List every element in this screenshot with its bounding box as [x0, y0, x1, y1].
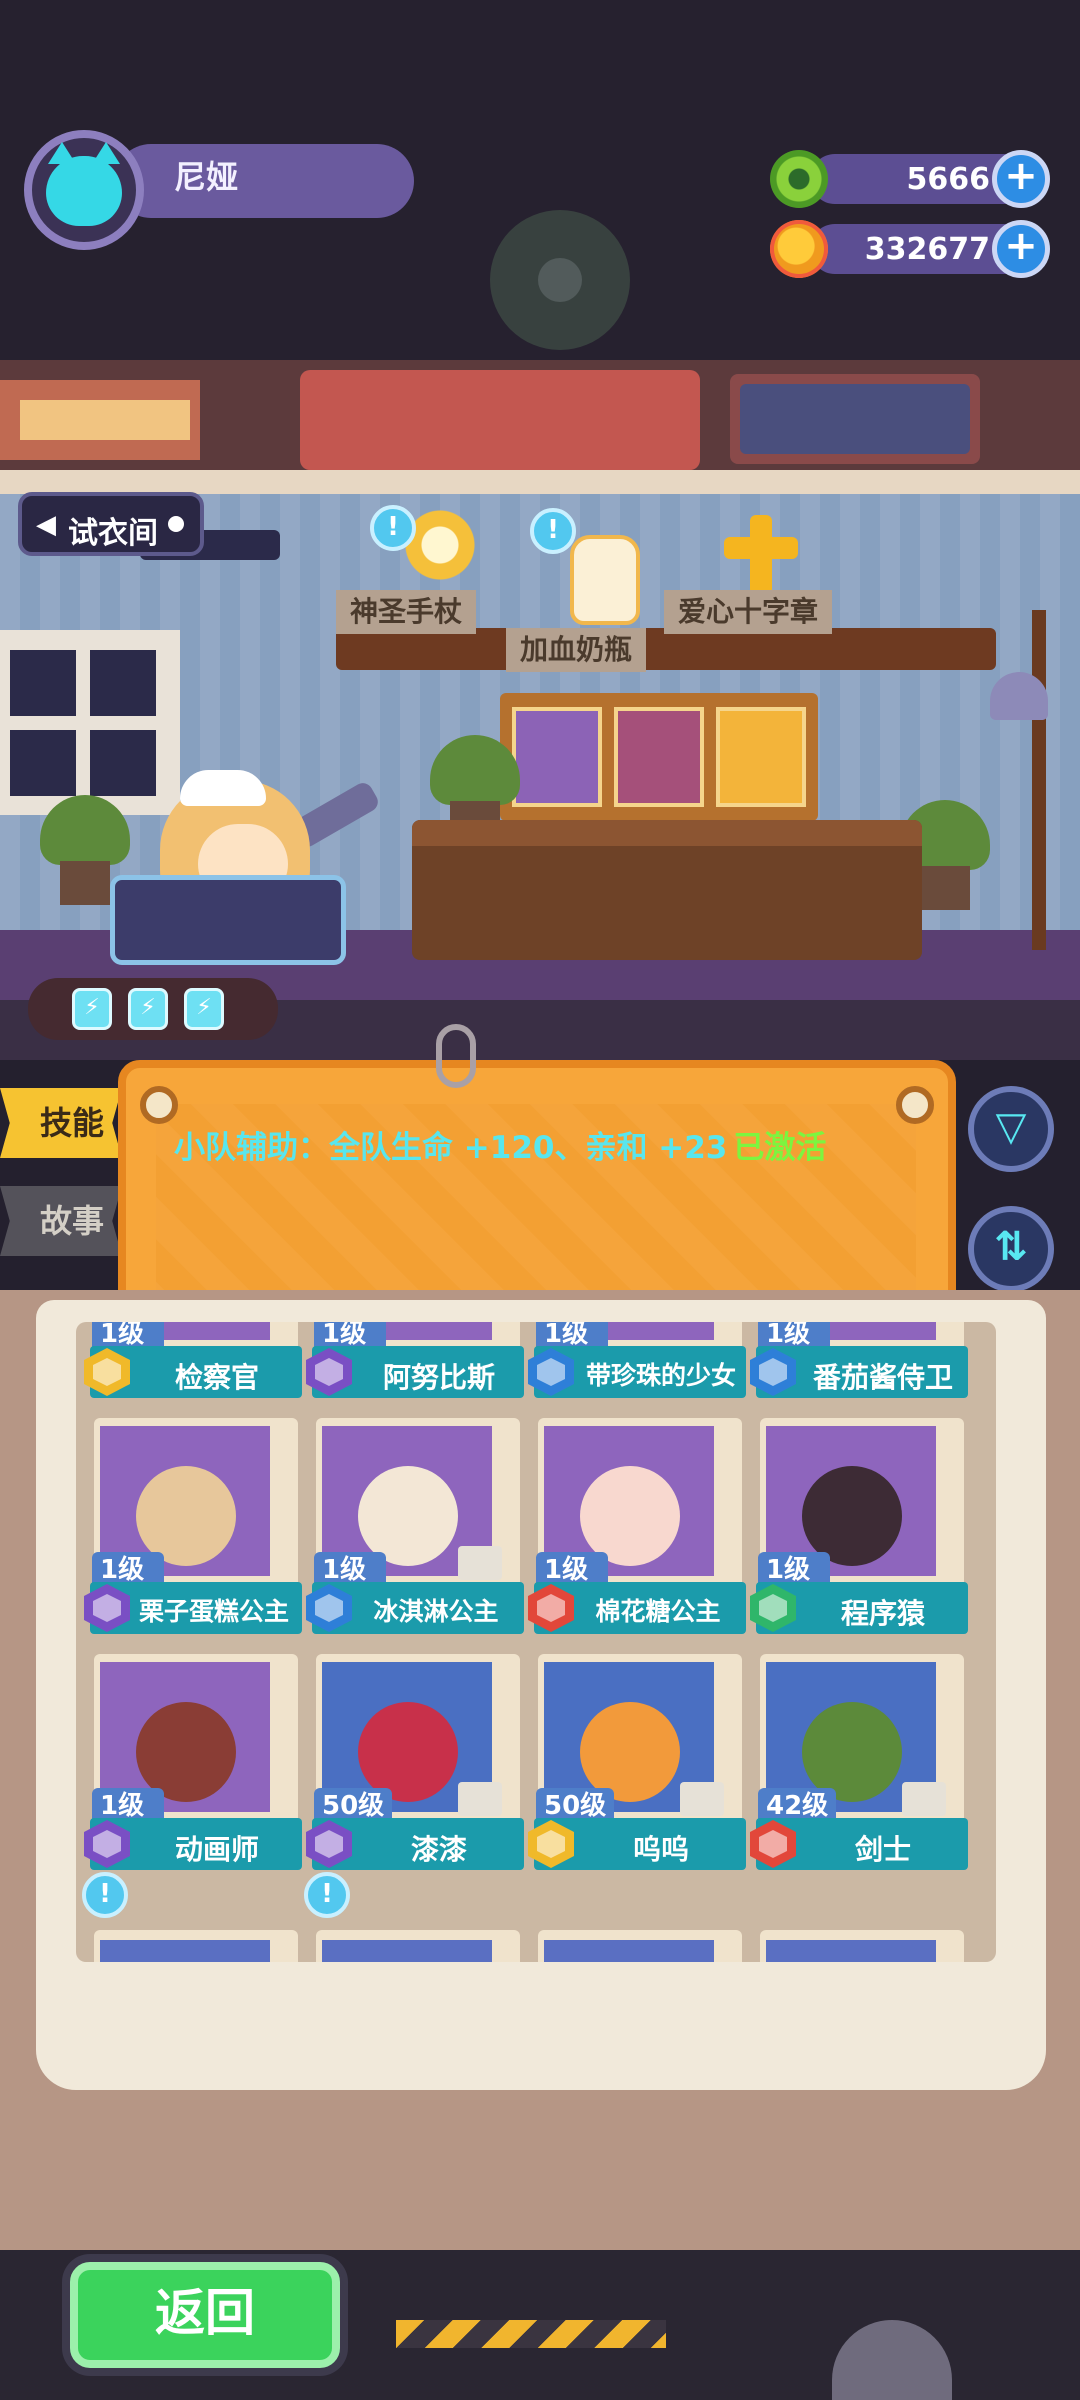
board-clip	[436, 1024, 476, 1088]
add-coin-button[interactable]: +	[992, 220, 1050, 278]
alert-icon[interactable]: !	[304, 1872, 350, 1918]
back-button[interactable]: 返回	[70, 2262, 340, 2368]
alert-icon[interactable]: !	[82, 1872, 128, 1918]
character-name: 剑士	[854, 1833, 911, 1866]
player-profile[interactable]: 尼娅	[24, 130, 414, 260]
currency-donut: 5666 +	[770, 150, 1050, 208]
desk	[412, 820, 922, 960]
character-name: 阿努比斯	[382, 1361, 495, 1394]
character-card[interactable]: 1级 检察官	[84, 1322, 302, 1398]
character-card[interactable]: 1级 棉花糖公主	[528, 1418, 746, 1634]
character-card[interactable]: 42级 剑士	[750, 1654, 968, 1870]
currency-planet: 332677 +	[770, 220, 1050, 278]
filter-button[interactable]: ▽	[968, 1086, 1054, 1172]
item-shelf	[336, 628, 996, 670]
tab-story[interactable]: 故事	[0, 1186, 122, 1256]
character-card[interactable]: 1级 番茄酱侍卫	[750, 1322, 968, 1398]
indicator-dot	[168, 516, 184, 532]
alert-icon[interactable]: !	[530, 508, 576, 554]
alert-icon[interactable]: !	[370, 505, 416, 551]
character-card[interactable]	[756, 1890, 968, 1962]
donut-icon	[770, 150, 828, 208]
player-name-pill	[114, 144, 414, 218]
character-name: 检察官	[174, 1361, 259, 1394]
fitting-room-label: 试衣间	[68, 516, 158, 551]
board-pin	[896, 1086, 934, 1124]
currency-amount: 332677	[864, 232, 990, 267]
character-card[interactable]: 50级 漆漆	[306, 1654, 524, 1870]
skill-status: 已激活	[733, 1130, 827, 1166]
character-card[interactable]: 1级 冰淇淋公主	[306, 1418, 524, 1634]
shelf-label-holy-staff: 神圣手杖	[336, 590, 477, 634]
character-card[interactable]: 1级 栗子蛋糕公主	[84, 1418, 302, 1634]
coat-stand	[1032, 610, 1046, 950]
character-name: 番茄酱侍卫	[812, 1361, 953, 1394]
character-name: 冰淇淋公主	[373, 1597, 499, 1626]
character-card[interactable]: 50级 呜呜	[528, 1654, 746, 1870]
sewing-machine	[110, 875, 346, 965]
hazard-stripe	[396, 2320, 666, 2348]
character-name: 动画师	[174, 1833, 259, 1866]
back-arrow-icon: ◀	[36, 510, 56, 540]
energy-gem-icon: ⚡	[128, 988, 168, 1030]
character-card[interactable]: 1级 带珍珠的少女	[528, 1322, 746, 1398]
shelf-label-love-cross: 爱心十字章	[664, 590, 833, 634]
outfit-icon	[680, 1782, 724, 1816]
energy-bar: ⚡ ⚡ ⚡	[28, 978, 278, 1040]
board-pin	[140, 1086, 178, 1124]
fitting-room-button[interactable]: ◀ 试衣间	[18, 492, 204, 556]
milk-bottle-icon[interactable]	[570, 535, 640, 625]
energy-gem-icon: ⚡	[184, 988, 224, 1030]
character-card[interactable]: 1级 阿努比斯	[306, 1322, 524, 1398]
sort-icon: ⇅	[994, 1224, 1028, 1270]
player-name: 尼娅	[174, 158, 239, 196]
character-card[interactable]: 1级 程序猿	[750, 1418, 968, 1634]
character-card[interactable]	[534, 1890, 746, 1962]
sort-button[interactable]: ⇅	[968, 1206, 1054, 1292]
outfit-icon	[458, 1546, 502, 1580]
page-footer-text	[200, 2010, 980, 2046]
character-card[interactable]: 1级 动画师	[84, 1654, 302, 1870]
ceiling-trim	[0, 470, 1080, 494]
outfit-icon	[902, 1782, 946, 1816]
add-donut-button[interactable]: +	[992, 150, 1050, 208]
planet-coin-icon	[770, 220, 828, 278]
portrait-frames	[500, 693, 818, 821]
character-card[interactable]: !	[304, 1872, 524, 1962]
ghost-panel	[740, 384, 970, 454]
character-grid[interactable]: 1级 检察官 1级 阿努比斯 1级 带珍珠的少女 1级 番茄酱侍卫 1级 栗子蛋…	[76, 1322, 996, 1962]
cat-avatar-icon[interactable]	[24, 130, 144, 250]
love-cross-icon[interactable]	[720, 515, 800, 595]
fan-decoration	[490, 210, 630, 350]
character-name: 带珍珠的少女	[585, 1361, 736, 1390]
character-name: 漆漆	[410, 1833, 467, 1866]
skill-description: 小队辅助：全队生命 +120、亲和 +23 已激活	[174, 1122, 826, 1167]
outfit-icon	[458, 1782, 502, 1816]
character-card[interactable]: !	[82, 1872, 302, 1962]
character-name: 呜呜	[632, 1833, 689, 1866]
skill-text: 小队辅助：全队生命 +120、亲和 +23	[174, 1130, 728, 1166]
energy-gem-icon: ⚡	[72, 988, 112, 1030]
tab-skill[interactable]: 技能	[0, 1088, 122, 1158]
shelf-label-milk-bottle: 加血奶瓶	[506, 628, 647, 672]
character-name: 棉花糖公主	[595, 1597, 721, 1626]
character-name: 程序猿	[840, 1597, 925, 1630]
character-name: 栗子蛋糕公主	[138, 1597, 289, 1626]
filter-icon: ▽	[995, 1104, 1027, 1150]
currency-amount: 5666	[906, 162, 991, 197]
